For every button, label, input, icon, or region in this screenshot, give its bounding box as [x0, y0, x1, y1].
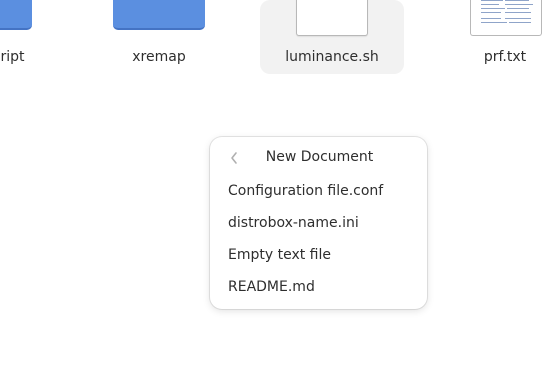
file-manager-view: script xremap luminance.sh prf.txt	[0, 0, 554, 379]
new-document-popover: New Document Configuration file.conf dis…	[210, 137, 427, 309]
menu-item-configuration-file[interactable]: Configuration file.conf	[216, 175, 421, 207]
popover-header: New Document	[210, 145, 427, 171]
file-item-script[interactable]: script	[0, 0, 70, 74]
file-item-prf[interactable]: prf.txt	[440, 0, 554, 74]
menu-item-distrobox-name[interactable]: distrobox-name.ini	[216, 207, 421, 239]
menu-item-readme[interactable]: README.md	[216, 271, 421, 303]
popover-title: New Document	[265, 149, 374, 165]
file-name: luminance.sh	[285, 49, 379, 65]
text-file-icon	[296, 0, 368, 36]
template-menu: Configuration file.conf distrobox-name.i…	[216, 175, 421, 303]
file-name: script	[0, 49, 25, 65]
menu-item-empty-text-file[interactable]: Empty text file	[216, 239, 421, 271]
file-name: prf.txt	[483, 49, 527, 65]
file-item-xremap[interactable]: xremap	[94, 0, 224, 74]
folder-icon	[0, 0, 32, 30]
folder-icon	[113, 0, 205, 30]
text-preview-icon	[470, 0, 542, 36]
file-item-luminance[interactable]: luminance.sh	[260, 0, 404, 74]
file-name: xremap	[132, 49, 186, 65]
